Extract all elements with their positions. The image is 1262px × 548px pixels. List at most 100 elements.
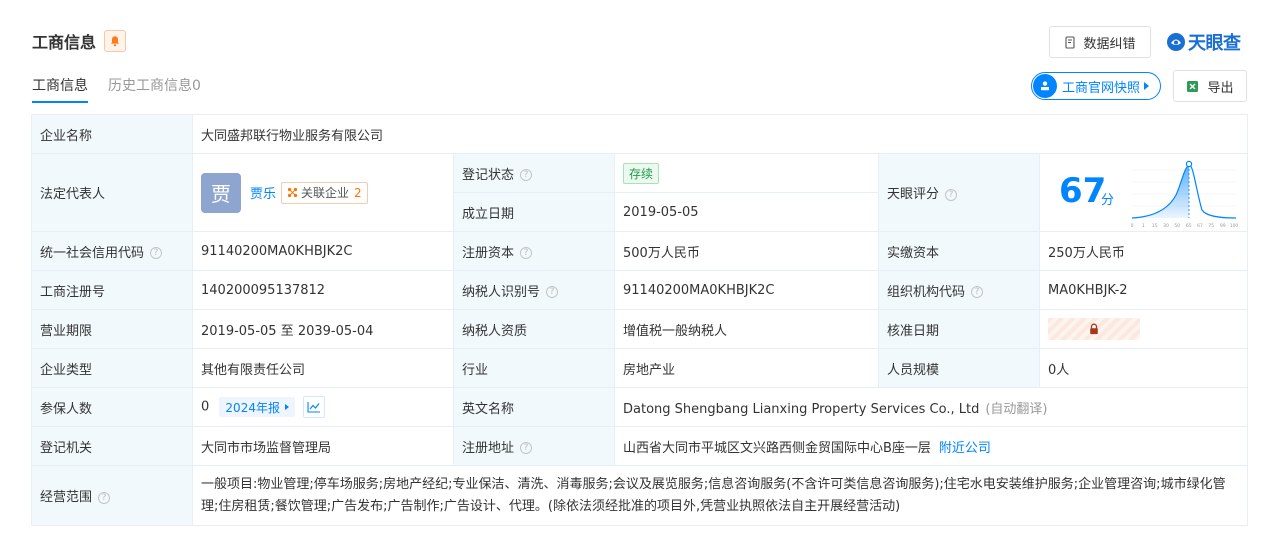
approval-date-cell: [1038, 309, 1249, 349]
tianyan-score-cell[interactable]: 67 分 0 1 15 30 50 65 67 75 99 100: [1038, 153, 1249, 232]
help-icon[interactable]: ?: [546, 286, 559, 298]
info-tabs: 工商信息 历史工商信息0: [32, 75, 221, 103]
bell-icon[interactable]: [104, 30, 127, 52]
legal-rep-label: 法定代表人: [31, 153, 193, 232]
reg-capital-value: 500万人民币: [614, 231, 879, 271]
insured-count: 0: [201, 399, 210, 415]
english-name-cell: Datong Shengbang Lianxing Property Servi…: [613, 387, 1249, 427]
english-name-label: 英文名称: [453, 387, 615, 427]
network-icon: [287, 187, 298, 198]
table-row: 统一社会信用代码? 91140200MA0KHBJK2C 注册资本? 500万人…: [31, 231, 1249, 271]
table-row: 企业名称 大同盛邦联行物业服务有限公司: [31, 114, 1249, 154]
reg-capital-label-text: 注册资本: [462, 245, 515, 261]
established-label: 成立日期: [453, 192, 615, 232]
annual-report-label: 2024年报: [225, 400, 280, 415]
paid-capital-value: 250万人民币: [1038, 231, 1249, 271]
tab-history-info[interactable]: 历史工商信息0: [108, 75, 201, 103]
nearby-companies-link[interactable]: 附近公司: [939, 441, 991, 456]
help-icon[interactable]: ?: [98, 491, 111, 504]
status-badge: 存续: [623, 162, 660, 184]
reg-address-label-text: 注册地址: [462, 440, 515, 456]
scope-label: 经营范围?: [31, 465, 193, 526]
avatar[interactable]: 贾: [201, 172, 241, 213]
score-unit: 分: [1101, 193, 1115, 208]
related-companies-count: 2: [354, 185, 362, 200]
term-value: 2019-05-05 至 2039-05-04: [192, 309, 454, 349]
company-type-label: 企业类型: [31, 348, 193, 388]
edit-doc-icon: [1065, 35, 1076, 49]
reg-status-label-text: 登记状态: [462, 167, 515, 183]
tab-business-info[interactable]: 工商信息: [32, 75, 88, 103]
reg-number-value: 140200095137812: [192, 270, 454, 310]
table-row: 登记机关 大同市市场监督管理局 注册地址? 山西省大同市平城区文兴路西侧金贸国际…: [31, 426, 1249, 466]
english-name-value: Datong Shengbang Lianxing Property Servi…: [623, 401, 980, 417]
score-axis-tick: 99: [1220, 223, 1226, 229]
taxpayer-qual-value: 增值税一般纳税人: [614, 309, 879, 349]
reg-capital-label: 注册资本?: [453, 231, 615, 271]
trend-chart-button[interactable]: [303, 396, 326, 418]
score-value: 67: [1059, 171, 1107, 211]
stamp-icon: [1033, 74, 1057, 98]
help-icon[interactable]: ?: [945, 188, 958, 201]
taxpayer-id-value: 91140200MA0KHBJK2C: [614, 270, 879, 310]
section-header: 工商信息: [32, 29, 127, 53]
help-icon[interactable]: ?: [520, 247, 533, 259]
reg-authority-label: 登记机关: [31, 426, 193, 466]
tianyan-score-label: 天眼评分?: [878, 153, 1040, 232]
reg-address-cell: 山西省大同市平城区文兴路西侧金贸国际中心B座一层 附近公司: [613, 426, 1249, 466]
reg-authority-value: 大同市市场监督管理局: [192, 426, 454, 466]
tianyan-score-label-text: 天眼评分: [887, 187, 940, 202]
arrow-right-icon: [284, 404, 289, 410]
data-correction-button[interactable]: 数据纠错: [1049, 26, 1151, 58]
org-code-label: 组织机构代码?: [878, 270, 1040, 310]
annual-report-badge[interactable]: 2024年报: [219, 397, 295, 417]
score-axis-tick: 67: [1197, 223, 1203, 229]
official-snapshot-label: 工商官网快照: [1062, 80, 1141, 96]
taxpayer-id-label: 纳税人识别号?: [453, 270, 615, 310]
official-snapshot-button[interactable]: 工商官网快照: [1031, 72, 1161, 100]
insured-cell: 0 2024年报: [192, 387, 454, 427]
insured-label: 参保人数: [31, 387, 193, 427]
term-label: 营业期限: [31, 309, 193, 349]
locked-value[interactable]: [1048, 318, 1140, 340]
taxpayer-id-label-text: 纳税人识别号: [462, 284, 541, 300]
table-row: 参保人数 0 2024年报 英文名称 Datong Shengbang Lian…: [31, 387, 1249, 427]
table-row: 法定代表人 贾 贾乐 关联企业 2 登记状态? 存续 天眼评分? 67 分 0 …: [31, 153, 1249, 232]
reg-number-label: 工商注册号: [31, 270, 193, 310]
taxpayer-qual-label: 纳税人资质: [453, 309, 615, 349]
org-code-value: MA0KHBJK-2: [1038, 270, 1249, 310]
credit-code-label-text: 统一社会信用代码: [40, 245, 145, 261]
industry-value: 房地产业: [614, 348, 879, 388]
reg-address-label: 注册地址?: [453, 426, 615, 466]
legal-rep-name-link[interactable]: 贾乐: [250, 183, 276, 202]
lock-icon: [1090, 323, 1098, 335]
scope-value: 一般项目:物业管理;停车场服务;房地产经纪;专业保洁、清洗、消毒服务;会议及展览…: [191, 465, 1249, 526]
reg-status-cell: 存续: [614, 153, 879, 193]
score-axis-tick: 65: [1186, 223, 1192, 229]
staff-size-value: 0人: [1038, 348, 1249, 388]
business-info-table: 企业名称 大同盛邦联行物业服务有限公司 法定代表人 贾 贾乐 关联企业 2 登记…: [31, 114, 1249, 526]
org-code-label-text: 组织机构代码: [887, 284, 966, 300]
industry-label: 行业: [453, 348, 615, 388]
score-axis-tick: 50: [1174, 223, 1180, 229]
approval-date-label: 核准日期: [878, 309, 1040, 349]
table-row: 经营范围? 一般项目:物业管理;停车场服务;房地产经纪;专业保洁、清洗、消毒服务…: [31, 465, 1249, 526]
section-title: 工商信息: [32, 33, 97, 52]
help-icon[interactable]: ?: [520, 169, 533, 181]
brand-name: 天眼查: [1188, 33, 1241, 54]
export-label: 导出: [1207, 80, 1234, 96]
export-button[interactable]: 导出: [1173, 70, 1247, 102]
score-axis-tick: 30: [1163, 223, 1169, 229]
excel-icon: [1187, 80, 1199, 92]
score-axis-tick: 75: [1208, 223, 1214, 229]
staff-size-label: 人员规模: [878, 348, 1040, 388]
related-companies-badge[interactable]: 关联企业 2: [281, 181, 368, 204]
help-icon[interactable]: ?: [971, 286, 984, 298]
related-companies-label: 关联企业: [301, 186, 350, 200]
company-type-value: 其他有限责任公司: [192, 348, 454, 388]
score-distribution-chart: 0 1 15 30 50 65 67 75 99 100: [1131, 160, 1238, 229]
table-row: 工商注册号 140200095137812 纳税人识别号? 91140200MA…: [31, 270, 1249, 310]
help-icon[interactable]: ?: [150, 247, 163, 259]
help-icon[interactable]: ?: [520, 442, 533, 454]
line-chart-icon: [307, 402, 321, 413]
